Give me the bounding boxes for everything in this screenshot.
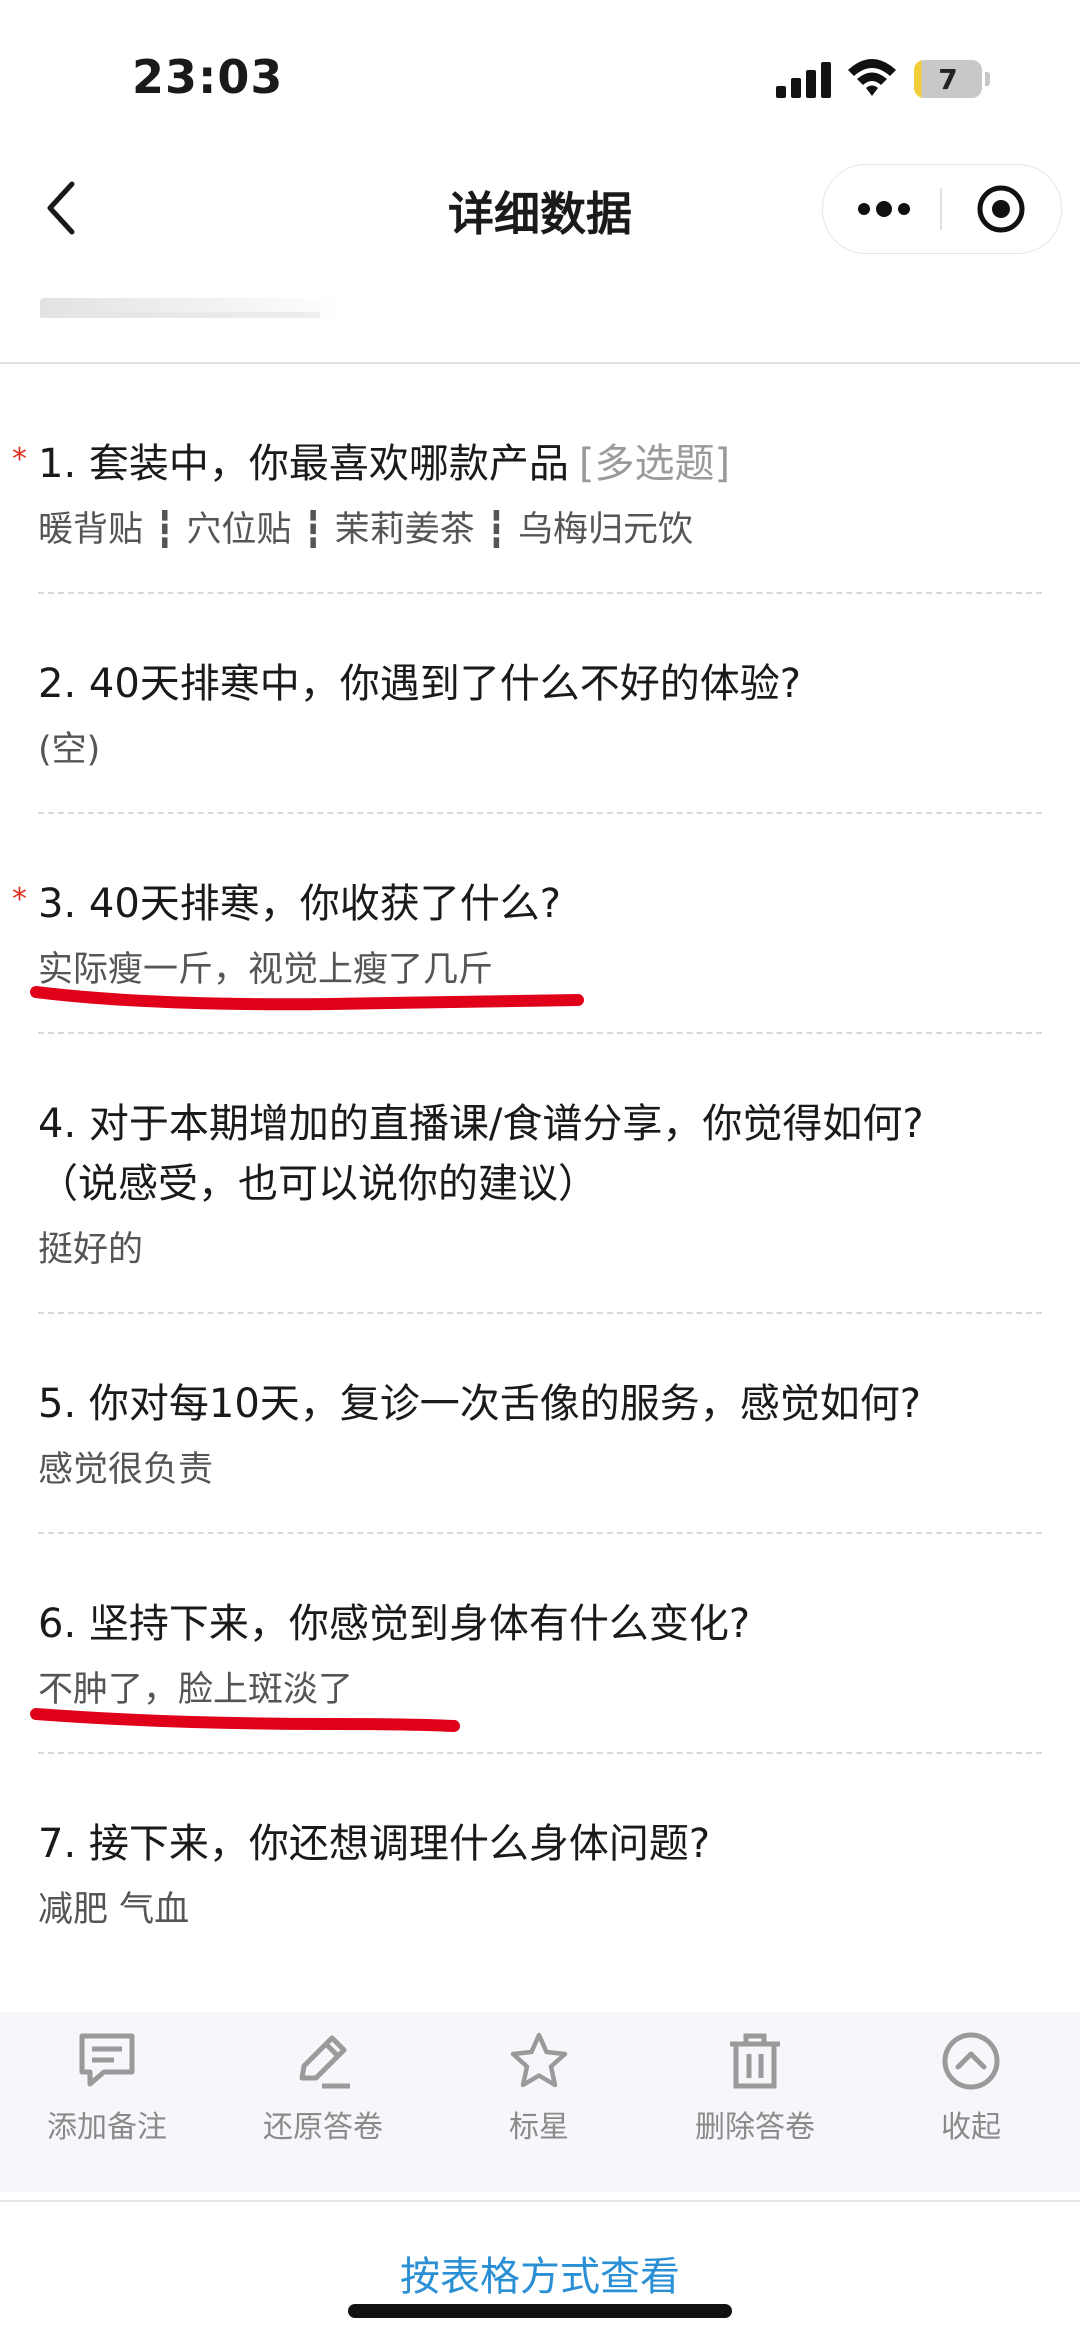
battery-cap <box>985 72 990 86</box>
question-title: 3. 40天排寒，你收获了什么? <box>38 881 562 927</box>
wifi-icon <box>848 59 896 96</box>
question-separator <box>38 1312 1042 1314</box>
question-separator <box>38 592 1042 594</box>
red-marker-underline <box>30 1708 460 1732</box>
nav-divider <box>0 362 1080 364</box>
collapse-label: 收起 <box>941 2110 1001 2145</box>
pencil-icon <box>299 2035 350 2089</box>
question-title: 4. 对于本期增加的直播课/食谱分享，你觉得如何? <box>38 1101 924 1147</box>
add-note-label: 添加备注 <box>47 2110 167 2145</box>
capsule-divider <box>940 188 942 230</box>
question-title: 2. 40天排寒中，你遇到了什么不好的体验? <box>38 661 802 707</box>
question-type-tag: [多选题] <box>578 441 731 487</box>
required-mark: * <box>12 882 27 917</box>
close-target-icon[interactable] <box>976 184 1026 234</box>
delete-answer-button[interactable]: 删除答卷 <box>670 2030 840 2146</box>
question-title: 6. 坚持下来，你感觉到身体有什么变化? <box>38 1601 751 1647</box>
star-button[interactable]: 标星 <box>454 2030 624 2146</box>
chevron-up-circle-icon <box>942 2032 1000 2090</box>
question-answer: 暖背贴 ┇ 穴位贴 ┇ 茉莉姜茶 ┇ 乌梅归元饮 <box>38 510 693 550</box>
restore-answer-label: 还原答卷 <box>263 2110 383 2145</box>
question-answer: 挺好的 <box>38 1230 144 1270</box>
battery-icon: 7 <box>914 60 982 98</box>
question-separator <box>38 1032 1042 1034</box>
add-note-button[interactable]: 添加备注 <box>22 2030 192 2146</box>
home-indicator <box>348 2304 732 2318</box>
comment-icon <box>79 2033 135 2087</box>
table-view-link[interactable]: 按表格方式查看 <box>0 2244 1080 2302</box>
delete-answer-label: 删除答卷 <box>695 2110 815 2145</box>
question-separator <box>38 1752 1042 1754</box>
question-answer: 感觉很负责 <box>38 1450 214 1490</box>
footer-divider <box>0 2200 1080 2202</box>
question-title: 1. 套装中，你最喜欢哪款产品 [多选题] <box>38 441 731 487</box>
red-marker-underline <box>30 986 584 1011</box>
battery-level: 7 <box>938 62 958 96</box>
trash-icon <box>730 2033 780 2089</box>
question-answer: 减肥 气血 <box>38 1890 190 1930</box>
more-dots-icon[interactable] <box>852 188 916 230</box>
question-title-line2: （说感受，也可以说你的建议） <box>38 1161 598 1207</box>
restore-answer-button[interactable]: 还原答卷 <box>238 2030 408 2146</box>
cellular-signal-icon <box>776 62 831 98</box>
star-label: 标星 <box>509 2110 569 2145</box>
question-title: 5. 你对每10天，复诊一次舌像的服务，感觉如何? <box>38 1381 922 1427</box>
status-time: 23:03 <box>132 50 284 104</box>
question-title: 7. 接下来，你还想调理什么身体问题? <box>38 1821 711 1867</box>
collapse-button[interactable]: 收起 <box>886 2030 1056 2146</box>
question-separator <box>38 1532 1042 1534</box>
question-separator <box>38 812 1042 814</box>
required-mark: * <box>12 442 27 477</box>
question-answer: (空) <box>38 730 101 770</box>
star-icon <box>510 2032 568 2088</box>
blurred-subtitle-line <box>40 312 320 318</box>
